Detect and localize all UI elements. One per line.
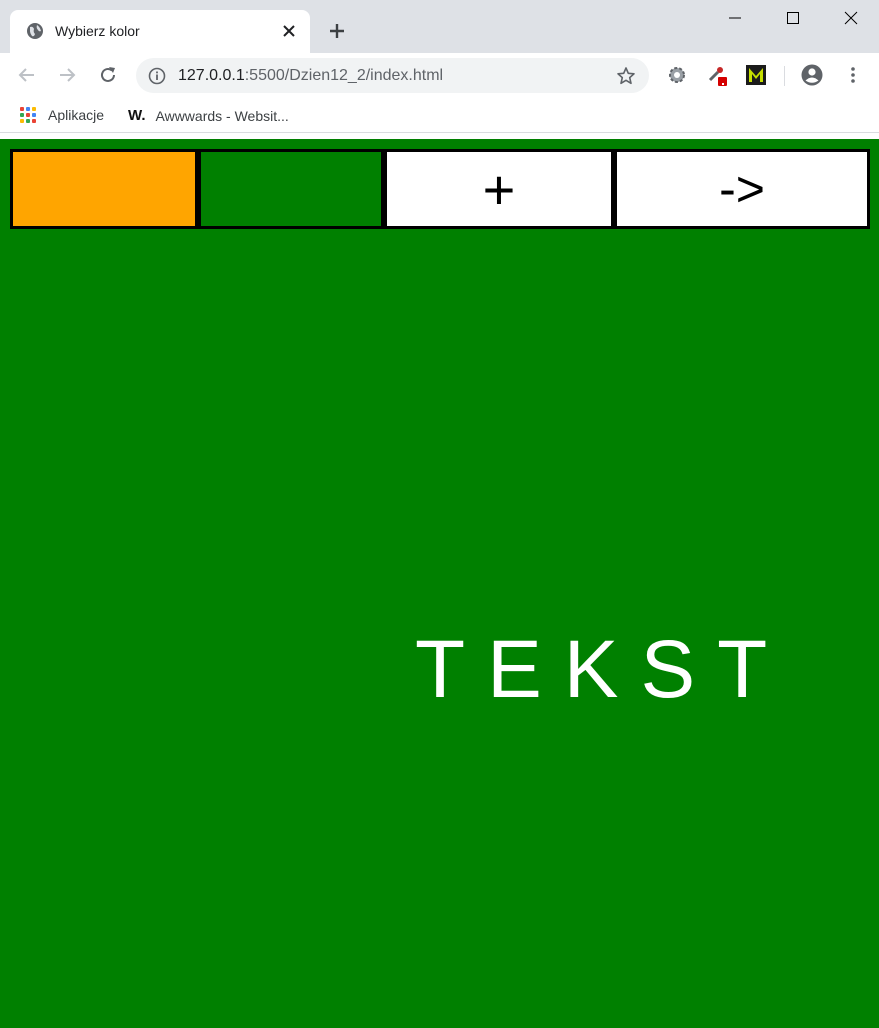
- button-row: + ->: [10, 149, 870, 229]
- extension-m-button[interactable]: [745, 64, 767, 86]
- reload-button[interactable]: [96, 63, 120, 87]
- maximize-button[interactable]: [764, 0, 822, 36]
- browser-toolbar: 127.0.0.1:5500/Dzien12_2/index.html: [0, 53, 879, 98]
- extension-eyedropper-button[interactable]: [706, 64, 728, 86]
- url-text[interactable]: 127.0.0.1:5500/Dzien12_2/index.html: [178, 67, 443, 85]
- tab-close-icon[interactable]: [281, 23, 297, 39]
- new-tab-icon[interactable]: [327, 21, 347, 41]
- eyedropper-icon: [708, 67, 727, 86]
- bookmark-apps[interactable]: Aplikacje: [20, 107, 104, 123]
- bookmark-star-icon[interactable]: [616, 66, 636, 86]
- reload-icon: [101, 67, 115, 82]
- bookmark-label: Awwwards - Websit...: [155, 107, 289, 124]
- arrow-left-icon: [18, 68, 34, 82]
- profile-button[interactable]: [801, 64, 823, 86]
- menu-button[interactable]: [842, 64, 864, 86]
- bookmark-label: Aplikacje: [48, 107, 105, 123]
- browser-tab[interactable]: Wybierz kolor: [10, 10, 310, 53]
- extension-gear-button[interactable]: [666, 64, 688, 86]
- minimize-button[interactable]: [706, 0, 764, 36]
- arrow-right-icon: [60, 68, 76, 82]
- forward-button[interactable]: [55, 63, 79, 87]
- bookmark-awwwards[interactable]: W. Awwwards - Websit...: [128, 107, 289, 124]
- bookmarks-bar: Aplikacje W. Awwwards - Websit...: [0, 98, 879, 133]
- close-icon: [844, 11, 858, 25]
- kebab-menu-icon: [851, 67, 855, 83]
- tab-title: Wybierz kolor: [55, 23, 140, 39]
- awwwards-w-icon: W.: [128, 107, 146, 124]
- browser-titlebar: Wybierz kolor: [0, 0, 879, 53]
- url-path: :5500/Dzien12_2/index.html: [244, 67, 444, 84]
- page-content: + -> TEKST: [0, 139, 879, 1028]
- maximize-icon: [787, 12, 799, 24]
- url-host: 127.0.0.1: [178, 67, 245, 84]
- orange-color-button[interactable]: [10, 149, 198, 229]
- toolbar-separator: [784, 66, 785, 86]
- gear-icon: [669, 67, 685, 83]
- account-icon: [801, 64, 823, 86]
- apps-grid-icon: [20, 107, 36, 123]
- next-button[interactable]: ->: [614, 149, 870, 229]
- display-text: TEKST: [415, 624, 790, 715]
- globe-icon: [27, 23, 43, 39]
- info-icon[interactable]: [148, 67, 166, 85]
- add-button[interactable]: +: [384, 149, 614, 229]
- address-bar[interactable]: 127.0.0.1:5500/Dzien12_2/index.html: [136, 58, 649, 93]
- back-button[interactable]: [15, 63, 39, 87]
- green-color-button[interactable]: [198, 149, 384, 229]
- m-logo-icon: [746, 65, 766, 85]
- window-close-button[interactable]: [822, 0, 879, 36]
- minimize-icon: [729, 17, 741, 19]
